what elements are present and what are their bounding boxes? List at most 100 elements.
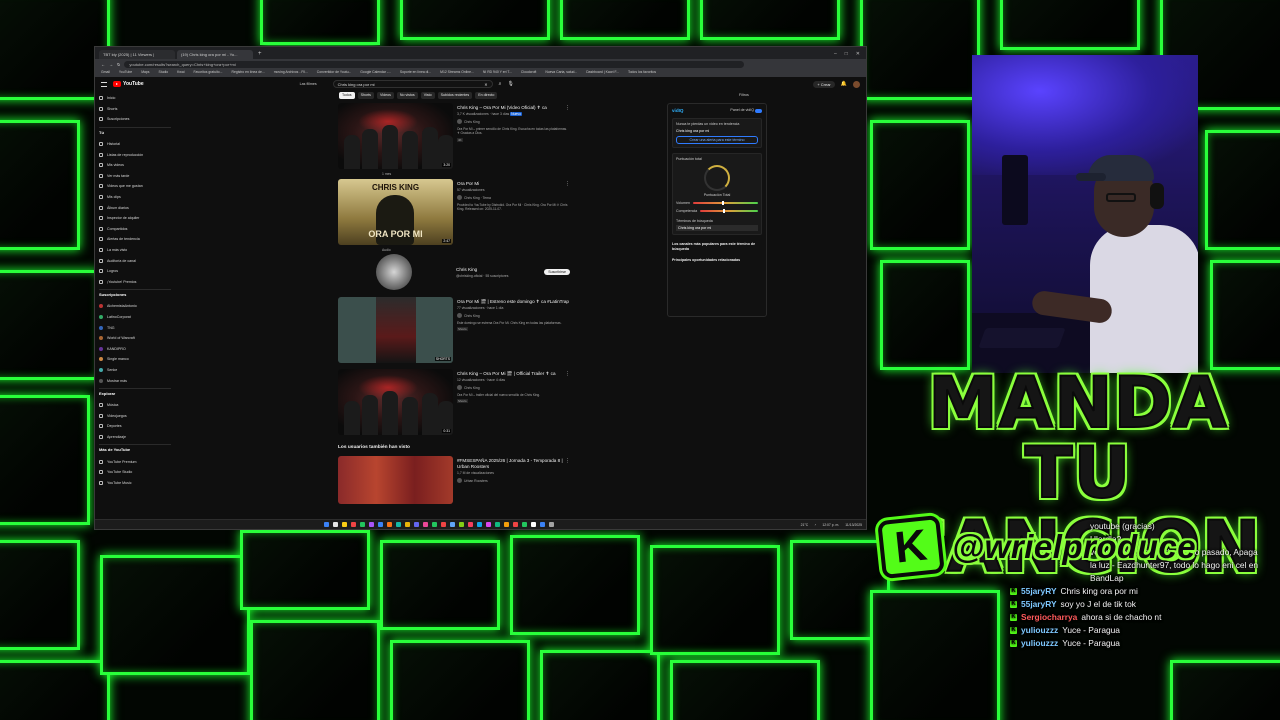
more-options-icon[interactable]: ⋮ <box>565 181 570 187</box>
sidebar-item[interactable]: ¡Youtube! Premios <box>99 277 171 288</box>
sidebar-item[interactable]: Suscripciones <box>99 114 171 125</box>
taskbar-app-icon[interactable] <box>387 522 392 527</box>
search-input[interactable]: Chris king ora por mi ✕ <box>332 80 493 88</box>
create-button[interactable]: + Crear <box>813 80 835 88</box>
taskbar-app-icon[interactable] <box>360 522 365 527</box>
bookmark-item[interactable]: Cloudcroft <box>521 70 536 76</box>
filter-chip[interactable]: Videos <box>376 92 394 99</box>
browser-tab-1[interactable]: TBT kty (2025) | 11 Viewers | <box>99 50 175 59</box>
more-options-icon[interactable]: ⋮ <box>565 105 570 111</box>
sidebar-item[interactable]: La más visto <box>99 245 171 256</box>
taskbar-app-icon[interactable] <box>486 522 491 527</box>
more-options-icon[interactable]: ⋮ <box>565 371 570 377</box>
chat-username[interactable]: Sergiocharrya <box>1021 611 1077 624</box>
video-title[interactable]: Chris King – Ora Por Mi (Video Oficial) … <box>457 105 570 111</box>
filter-chip[interactable]: Visto <box>420 92 435 99</box>
sidebar-item[interactable]: Listas de reproducción <box>99 149 171 160</box>
browser-tab-2[interactable]: (19) Chris king ora por mi - Yo... <box>177 50 253 59</box>
url-input[interactable]: youtube.com/results?search_query=Chris+k… <box>124 60 745 68</box>
subscribe-button[interactable]: Suscribirse <box>544 269 570 275</box>
sidebar-item[interactable]: Deportes <box>99 421 171 432</box>
sidebar-item[interactable]: Ver más tarde <box>99 171 171 182</box>
sidebar-item[interactable]: Historial <box>99 139 171 150</box>
taskbar-app-icon[interactable] <box>405 522 410 527</box>
video-title[interactable]: #FMSESPAÑA 2025/26 | Jornada 3 - Tempora… <box>457 458 570 470</box>
youtube-logo[interactable]: YouTube <box>113 81 144 87</box>
chat-username[interactable]: 55jaryRY <box>1021 585 1057 598</box>
reload-icon[interactable]: ↻ <box>117 62 120 67</box>
taskbar-app-icon[interactable] <box>450 522 455 527</box>
channel-avatar-large[interactable] <box>376 254 412 290</box>
video-title[interactable]: Chris King – Ora Por Mi 🎬 | Official Tra… <box>457 371 570 377</box>
video-thumbnail[interactable] <box>338 456 453 504</box>
taskbar-app-icon[interactable] <box>414 522 419 527</box>
sidebar-item[interactable]: Alertas de tendencia <box>99 234 171 245</box>
maximize-icon[interactable]: □ <box>845 49 848 59</box>
channel-link[interactable]: Chris King · Tema <box>457 195 570 200</box>
chat-username[interactable]: yuliouzzz <box>1021 637 1058 650</box>
sidebar-item[interactable]: Mostrar más <box>99 375 171 386</box>
sidebar-item[interactable]: Música <box>99 400 171 411</box>
sidebar-item[interactable]: Videos que me gustan <box>99 181 171 192</box>
taskbar-app-icon[interactable] <box>495 522 500 527</box>
taskbar-app-icon[interactable] <box>396 522 401 527</box>
taskbar-app-icon[interactable] <box>324 522 329 527</box>
filter-chip[interactable]: No vistos <box>396 92 418 99</box>
bookmark-item[interactable]: Studio <box>158 70 168 76</box>
filter-chip[interactable]: Shorts <box>357 92 374 99</box>
sidebar-item[interactable]: Videojuegos <box>99 410 171 421</box>
sidebar-item[interactable]: TNG <box>99 322 171 333</box>
video-result[interactable]: #FMSESPAÑA 2025/26 | Jornada 3 - Tempora… <box>338 456 570 504</box>
sidebar-item[interactable]: Compartidos <box>99 224 171 235</box>
sidebar-item[interactable]: YouTube Music <box>99 477 171 488</box>
sidebar-item[interactable]: AlchemistaAntonio <box>99 301 171 312</box>
channel-result[interactable]: Chris King @chrisking.oficial · 55 suscr… <box>338 253 570 291</box>
taskbar-app-icon[interactable] <box>378 522 383 527</box>
taskbar-app-icon[interactable] <box>432 522 437 527</box>
minimize-icon[interactable]: – <box>834 49 837 59</box>
bookmark-item[interactable]: Gmail <box>101 70 110 76</box>
taskbar-app-icon[interactable] <box>504 522 509 527</box>
create-alert-button[interactable]: Crear una alerta para este término <box>676 136 758 144</box>
sidebar-item[interactable]: Shorts <box>99 104 171 115</box>
bookmark-item[interactable]: Soporte en línea di... <box>400 70 431 76</box>
chat-username[interactable]: yuliouzzz <box>1021 624 1058 637</box>
clock-time[interactable]: 12:07 p. m. <box>822 523 839 527</box>
bookmark-item[interactable]: Dashboard | Kaori F... <box>586 70 619 76</box>
chat-username[interactable]: 55jaryRY <box>1021 598 1057 611</box>
video-result[interactable]: CHRIS KING ORA POR MI 2:47 Ora Por Mi 57… <box>338 179 570 252</box>
video-title[interactable]: Ora Por Mi <box>457 181 570 187</box>
bookmark-item[interactable]: moving Archivos - Fil... <box>274 70 308 76</box>
bookmark-item[interactable]: NI RD 940 Y eri T... <box>483 70 512 76</box>
video-result[interactable]: 0:31 Chris King – Ora Por Mi 🎬 | Officia… <box>338 369 570 435</box>
hamburger-menu-icon[interactable] <box>101 81 107 87</box>
sidebar-item[interactable]: Single manco <box>99 354 171 365</box>
sidebar-item[interactable]: YouTube Premium <box>99 456 171 467</box>
channel-name[interactable]: Chris King <box>456 267 508 273</box>
sidebar-item[interactable]: Inspector de alquiler <box>99 213 171 224</box>
channel-link[interactable]: Chris King <box>457 119 570 124</box>
search-mode-label[interactable]: Las fillmes <box>300 82 317 86</box>
filter-chip[interactable]: Subidos recientes <box>437 92 473 99</box>
sidebar-item[interactable]: Mis videos <box>99 160 171 171</box>
sidebar-item[interactable]: Inicio <box>99 93 171 104</box>
bookmark-item[interactable]: M12 Streams Online... <box>440 70 474 76</box>
taskbar-app-icon[interactable] <box>441 522 446 527</box>
video-result[interactable]: SHORTS Ora Por Mi 🎬 | Estreno este domin… <box>338 297 570 363</box>
new-tab-icon[interactable]: + <box>255 50 265 59</box>
wifi-icon[interactable]: ◔ <box>814 523 816 527</box>
forward-icon[interactable]: → <box>109 62 113 67</box>
bookmark-item[interactable]: YouTube <box>119 70 132 76</box>
taskbar-app-icon[interactable] <box>540 522 545 527</box>
channel-link[interactable]: Chris King <box>457 385 570 390</box>
clear-search-icon[interactable]: ✕ <box>484 82 487 87</box>
account-avatar[interactable] <box>853 80 860 88</box>
sidebar-item[interactable]: Senke <box>99 365 171 376</box>
sidebar-item[interactable]: Álbum diarios <box>99 202 171 213</box>
bookmark-item[interactable]: Registro en línea de... <box>232 70 265 76</box>
notifications-icon[interactable]: 🔔 <box>841 81 847 87</box>
taskbar-app-icon[interactable] <box>342 522 347 527</box>
bookmark-item[interactable]: Nueva Carta, salud... <box>545 70 577 76</box>
video-thumbnail[interactable]: 3:20 <box>338 103 453 169</box>
filter-chip[interactable]: En directo <box>475 92 498 99</box>
